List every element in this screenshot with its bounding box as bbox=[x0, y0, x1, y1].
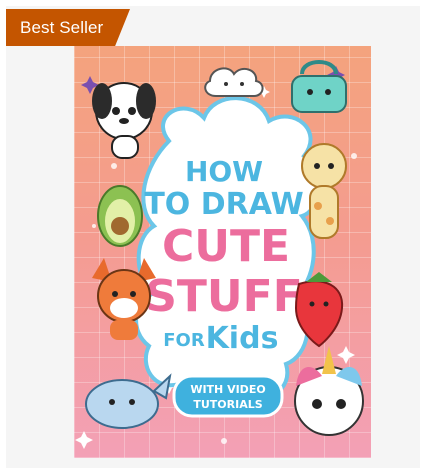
puppy-icon bbox=[92, 82, 156, 159]
unicorn-icon bbox=[294, 346, 364, 436]
best-seller-label: Best Seller bbox=[20, 18, 104, 37]
title-line-2: TO DRAW bbox=[144, 187, 303, 222]
ribbon-line-1: WITH VIDEO bbox=[190, 383, 265, 396]
video-tutorials-ribbon: WITH VIDEO TUTORIALS bbox=[172, 374, 284, 418]
title-line-5-kids: Kids bbox=[206, 321, 279, 356]
ribbon-line-2: TUTORIALS bbox=[193, 398, 262, 411]
title-line-5-for: FOR bbox=[163, 330, 205, 351]
best-seller-badge: Best Seller bbox=[6, 9, 130, 46]
book-cover-image[interactable]: HOW TO DRAW CUTE STUFF FOR Kids WITH VID… bbox=[74, 46, 371, 458]
title-line-4: STUFF bbox=[145, 271, 303, 322]
title-line-3: CUTE bbox=[162, 221, 290, 272]
whale-icon bbox=[85, 373, 172, 429]
avocado-icon bbox=[97, 185, 143, 247]
bag-icon bbox=[291, 60, 347, 113]
cloud-icon bbox=[204, 67, 264, 97]
title-line-1: HOW bbox=[185, 155, 263, 188]
